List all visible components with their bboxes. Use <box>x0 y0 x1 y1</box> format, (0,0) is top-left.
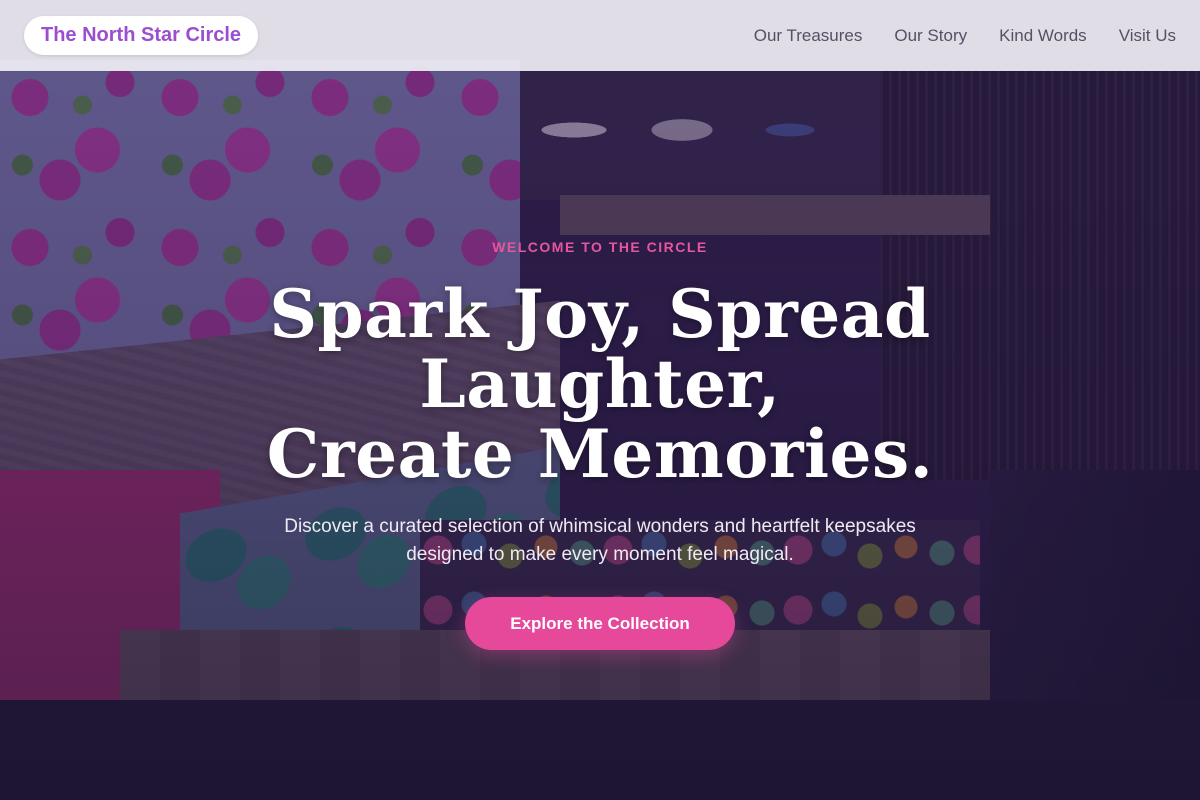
explore-collection-button[interactable]: Explore the Collection <box>465 597 735 650</box>
hero-section: Welcome to the Circle Spark Joy, Spread … <box>0 71 1200 800</box>
hero-subtext: Discover a curated selection of whimsica… <box>284 516 916 565</box>
top-navbar: The North Star Circle Our Treasures Our … <box>0 0 1200 71</box>
nav-link-visit-us[interactable]: Visit Us <box>1119 26 1176 46</box>
hero-eyebrow: Welcome to the Circle <box>492 239 708 255</box>
nav-links: Our Treasures Our Story Kind Words Visit… <box>754 26 1176 46</box>
nav-link-kind-words[interactable]: Kind Words <box>999 26 1087 46</box>
hero-headline: Spark Joy, Spread Laughter, Create Memor… <box>100 279 1100 489</box>
nav-link-our-story[interactable]: Our Story <box>894 26 967 46</box>
nav-link-our-treasures[interactable]: Our Treasures <box>754 26 863 46</box>
page: The North Star Circle Our Treasures Our … <box>0 0 1200 800</box>
brand-logo[interactable]: The North Star Circle <box>24 16 259 55</box>
hero-headline-line2: Create Memories. <box>266 415 934 493</box>
hero-headline-line1: Spark Joy, Spread Laughter, <box>269 275 931 423</box>
